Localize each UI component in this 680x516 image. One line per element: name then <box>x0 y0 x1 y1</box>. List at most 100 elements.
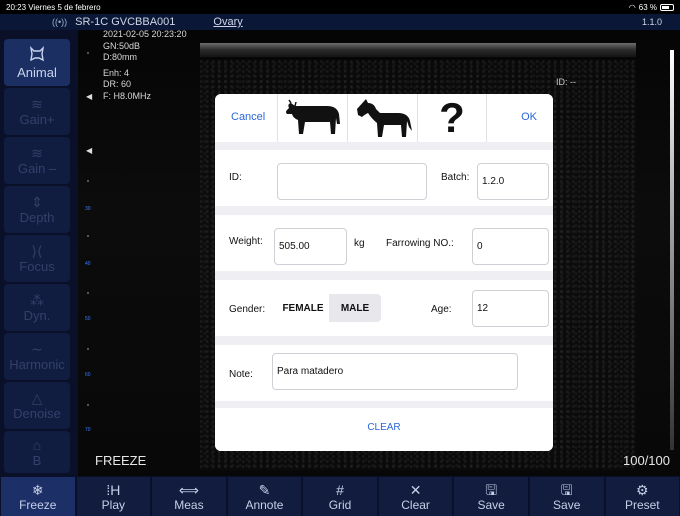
animal-type-selector: ? <box>277 94 487 142</box>
id-label: ID: <box>229 172 242 183</box>
note-field[interactable]: Para matadero <box>272 353 518 390</box>
depth-mark-70: 70 <box>85 427 91 433</box>
farrowing-field[interactable]: 0 <box>472 228 549 265</box>
age-label: Age: <box>431 304 452 315</box>
image-info: 2021-02-05 20:23:20 GN:50dB D:80mm Enh: … <box>103 29 187 102</box>
focus-marker-icon: ◀ <box>86 92 93 101</box>
grayscale-bar <box>670 50 674 450</box>
probe-signal-icon: ((•)) <box>52 17 68 27</box>
play-button[interactable]: ⁞H Play <box>76 477 151 516</box>
b-mode-button[interactable]: ⌂ B <box>4 431 70 473</box>
weight-field[interactable]: 505.00 <box>274 228 347 265</box>
b-mode-icon: ⌂ <box>32 436 42 453</box>
weight-unit: kg <box>354 238 365 249</box>
save-image-icon: 🖫 <box>485 481 498 498</box>
status-bar: 20:23 Viernes 5 de febrero ◠ 63 % <box>0 0 680 14</box>
clear-button[interactable]: ✕ Clear <box>378 477 453 516</box>
unknown-animal-option[interactable]: ? <box>417 94 487 142</box>
focus-button[interactable]: ⟩⟨ Focus <box>4 235 70 282</box>
measure-button[interactable]: ⟺ Meas <box>152 477 226 516</box>
note-label: Note: <box>229 369 253 380</box>
save-video-button[interactable]: 🖫 Save <box>529 477 604 516</box>
cancel-button[interactable]: Cancel <box>231 111 265 123</box>
info-freq: F: H8.0MHz <box>103 90 152 101</box>
id-batch-section: ID: Batch: 1.2.0 <box>215 150 553 206</box>
bottom-toolbar: ❄ Freeze ⁞H Play ⟺ Meas ✎ Annote # Grid … <box>0 476 680 516</box>
wifi-icon: ◠ <box>628 2 636 12</box>
horse-icon <box>356 99 412 137</box>
freeze-button[interactable]: ❄ Freeze <box>1 477 75 516</box>
gender-male-option[interactable]: MALE <box>329 294 381 322</box>
depth-mark-50: 50 <box>85 316 91 322</box>
depth-mark-60: 60 <box>85 372 91 378</box>
gender-label: Gender: <box>229 304 266 315</box>
snowflake-icon: ❄ <box>31 481 44 498</box>
cow-option[interactable] <box>277 94 347 142</box>
dialog-header: Cancel ? OK <box>215 94 553 142</box>
denoise-button[interactable]: △ Denoise <box>4 382 70 429</box>
gain-plus-icon: ≋ <box>31 96 43 112</box>
gender-segmented-control: FEMALE MALE <box>277 294 381 322</box>
depth-tick <box>87 348 89 350</box>
annotate-icon: ✎ <box>258 481 271 498</box>
info-depth: D:80mm <box>103 52 138 62</box>
depth-tick <box>87 404 89 406</box>
question-mark-icon: ? <box>439 94 465 141</box>
id-field[interactable] <box>277 163 427 200</box>
patient-id-readout: ID: -- <box>556 77 576 87</box>
depth-mark-30: 30 <box>85 206 91 212</box>
depth-button[interactable]: ⇕ Depth <box>4 186 70 233</box>
gain-minus-icon: ≋ <box>31 145 43 161</box>
ok-button[interactable]: OK <box>521 111 537 123</box>
clear-section: CLEAR <box>215 408 553 451</box>
depth-tick <box>87 235 89 237</box>
depth-tick <box>87 292 89 294</box>
gain-plus-button[interactable]: ≋ Gain+ <box>4 88 70 135</box>
play-icon: ⁞H <box>106 481 121 498</box>
probe-preset-link[interactable]: Ovary <box>213 16 242 28</box>
save-image-button[interactable]: 🖫 Save <box>454 477 528 516</box>
b-mode-label: B <box>32 452 42 468</box>
animal-icon <box>28 45 46 65</box>
harmonic-button[interactable]: ∼ Harmonic <box>4 333 70 380</box>
save-video-icon: 🖫 <box>560 481 573 498</box>
battery-percent: 63 % <box>638 2 657 12</box>
cow-icon <box>285 99 340 134</box>
animal-button[interactable]: Animal <box>4 39 70 86</box>
clear-form-button[interactable]: CLEAR <box>215 422 553 433</box>
app-version: 1.1.0 <box>641 17 662 27</box>
annotate-label: Annote <box>245 497 284 512</box>
batch-field[interactable]: 1.2.0 <box>477 163 549 200</box>
preset-label: Preset <box>624 497 660 512</box>
gain-minus-label: Gain – <box>17 161 57 176</box>
left-toolbar: Animal ≋ Gain+ ≋ Gain – ⇕ Depth ⟩⟨ Focus… <box>0 30 78 476</box>
battery-icon <box>660 3 674 11</box>
info-gain: GN:50dB <box>103 40 141 51</box>
age-field[interactable]: 12 <box>472 290 549 327</box>
note-section: Note: Para matadero <box>215 345 553 401</box>
status-time-date: 20:23 Viernes 5 de febrero <box>6 2 101 12</box>
annotate-button[interactable]: ✎ Annote <box>227 477 302 516</box>
farrowing-label: Farrowing NO.: <box>386 238 454 249</box>
weight-label: Weight: <box>229 236 263 247</box>
play-label: Play <box>101 497 126 512</box>
grid-label: Grid <box>328 497 352 512</box>
batch-label: Batch: <box>441 172 470 183</box>
dynamic-range-button[interactable]: ⁂ Dyn. <box>4 284 70 331</box>
grid-button[interactable]: # Grid <box>303 477 377 516</box>
gain-minus-button[interactable]: ≋ Gain – <box>4 137 70 184</box>
preset-gear-icon: ⚙ <box>636 481 649 498</box>
denoise-label: Denoise <box>13 406 61 421</box>
clear-label: Clear <box>401 497 430 512</box>
weight-section: Weight: 505.00 kg Farrowing NO.: 0 <box>215 215 553 271</box>
depth-tick <box>87 180 89 182</box>
horse-option[interactable] <box>347 94 417 142</box>
freeze-label: Freeze <box>19 497 57 512</box>
preset-button[interactable]: ⚙ Preset <box>605 477 680 516</box>
scan-near-field <box>200 43 636 57</box>
save-video-label: Save <box>553 497 581 512</box>
clear-icon: ✕ <box>409 481 422 498</box>
depth-icon: ⇕ <box>31 194 43 210</box>
gender-female-option[interactable]: FEMALE <box>277 294 329 322</box>
measure-icon: ⟺ <box>178 481 199 498</box>
